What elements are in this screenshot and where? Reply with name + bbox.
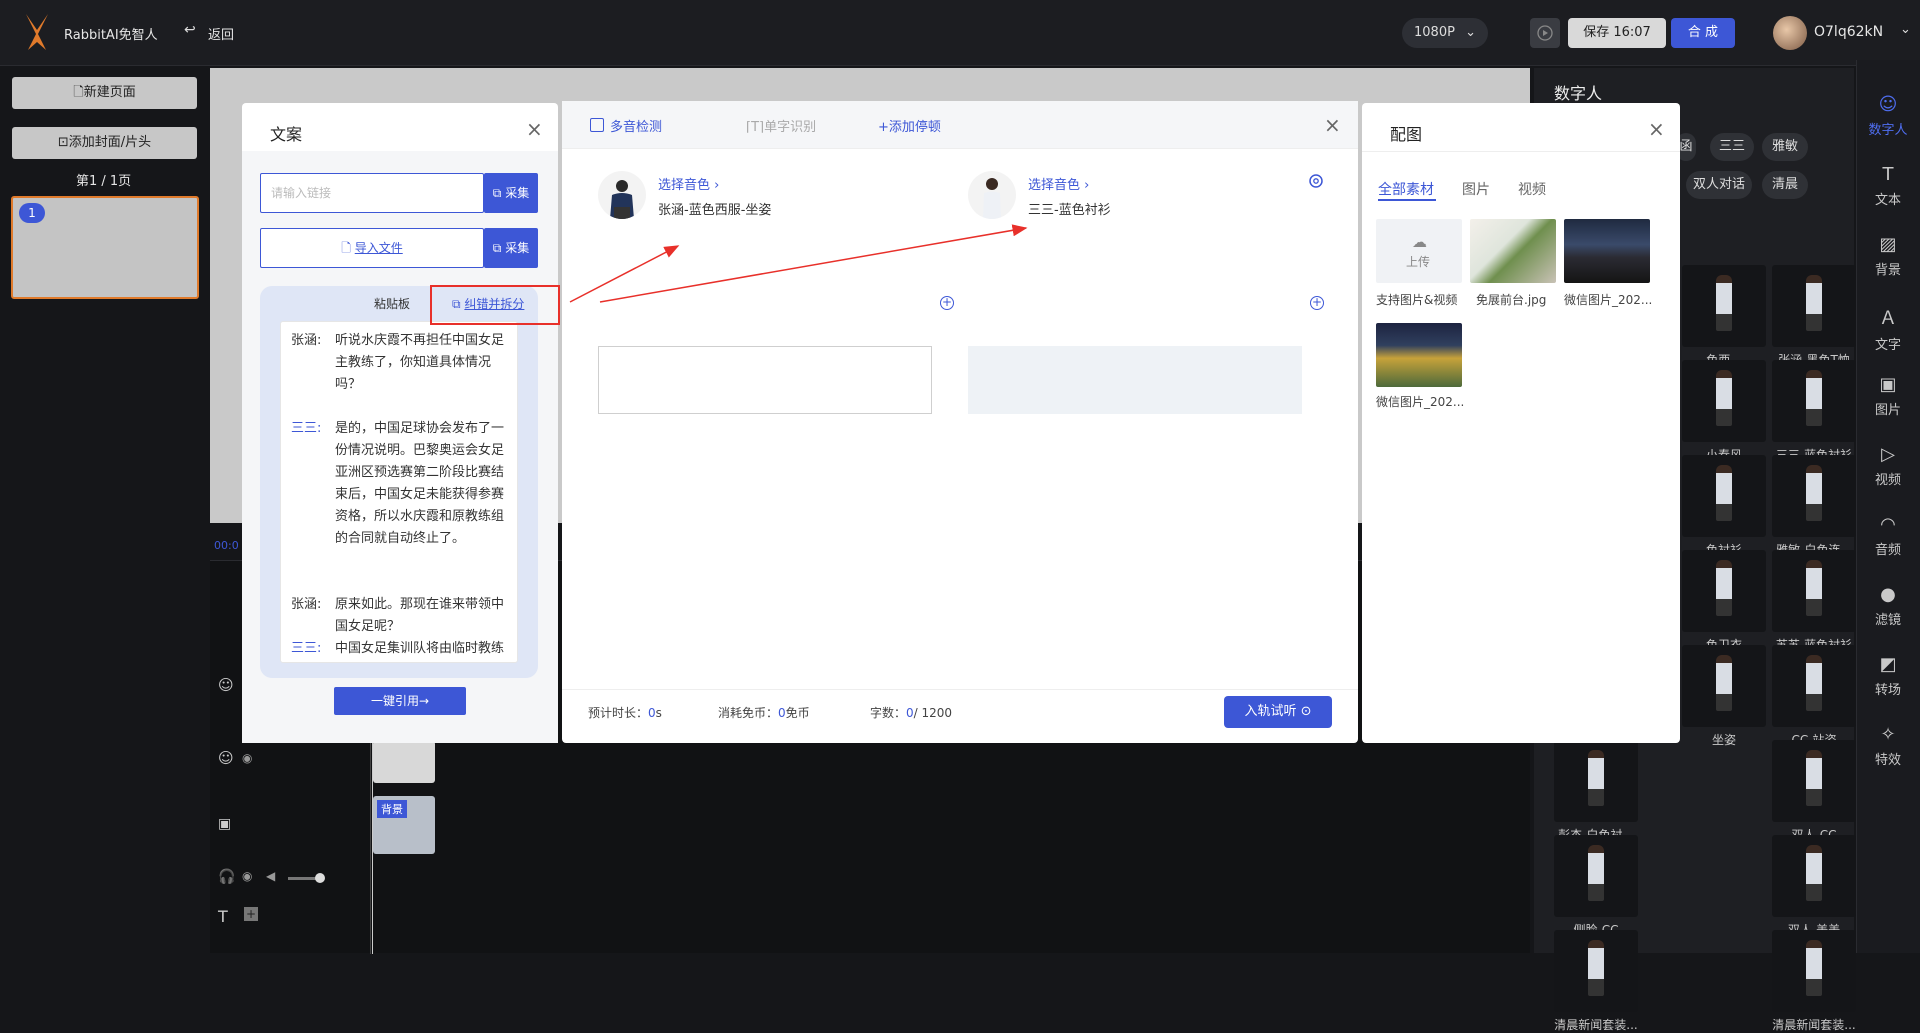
digital-human-caption: 清晨新闻套装... — [1554, 1018, 1638, 1032]
digital-human-caption: 清晨新闻套装... — [1772, 1018, 1856, 1032]
annotation-arrows — [569, 224, 1028, 303]
